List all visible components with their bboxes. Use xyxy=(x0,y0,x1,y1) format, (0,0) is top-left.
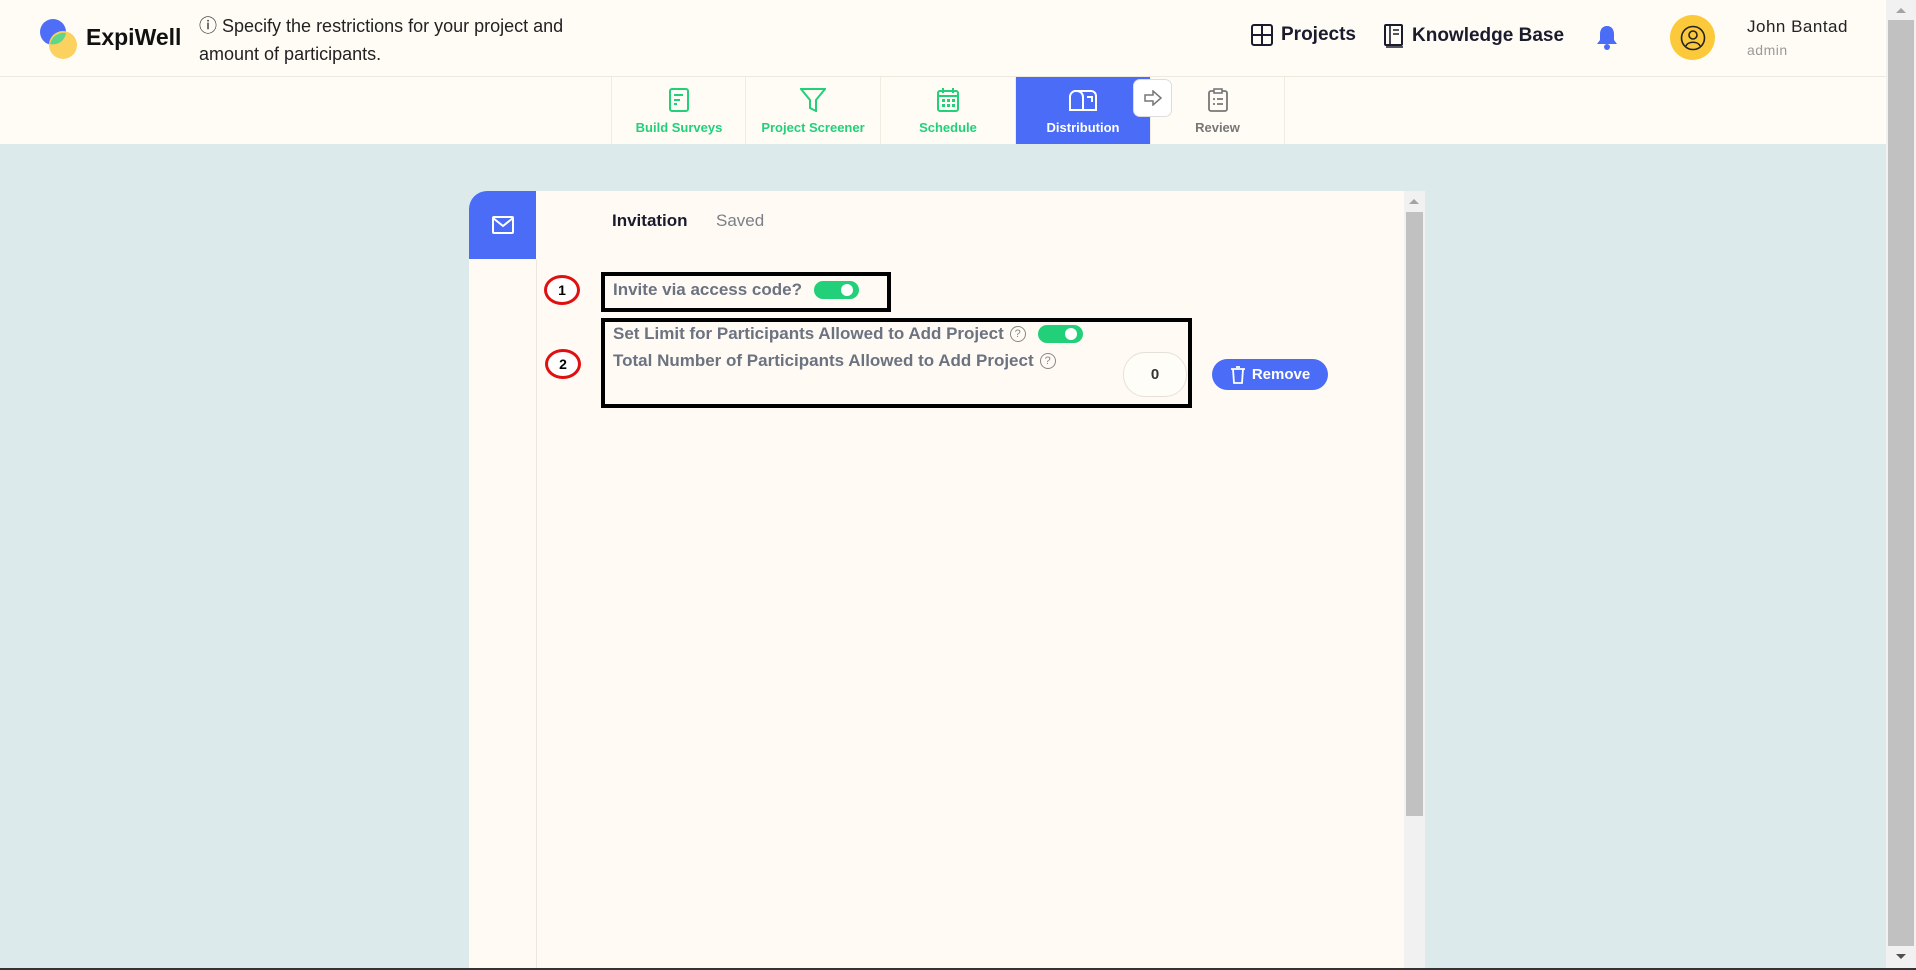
grid-icon xyxy=(1251,24,1273,46)
filter-icon xyxy=(800,88,826,112)
step-label: Build Surveys xyxy=(635,120,723,135)
knowledge-base-label: Knowledge Base xyxy=(1412,25,1565,46)
trash-icon xyxy=(1230,365,1245,384)
step-label: Schedule xyxy=(919,120,977,135)
calendar-icon xyxy=(937,88,959,112)
projects-link[interactable]: Projects xyxy=(1251,24,1356,46)
page-scrollbar-thumb[interactable] xyxy=(1888,20,1914,946)
tab-saved[interactable]: Saved xyxy=(716,211,764,231)
panel-scrollbar-thumb[interactable] xyxy=(1406,212,1423,816)
divider xyxy=(536,259,537,970)
set-limit-toggle[interactable] xyxy=(1037,325,1083,343)
tab-invitation[interactable]: Invitation xyxy=(612,211,688,231)
user-icon xyxy=(1680,25,1705,50)
arrow-right-icon xyxy=(1143,90,1162,106)
total-participants-label: Total Number of Participants Allowed to … xyxy=(613,351,1034,370)
annotation-marker-1: 1 xyxy=(544,275,580,305)
annotation-marker-2: 2 xyxy=(545,349,581,379)
knowledge-base-link[interactable]: Knowledge Base xyxy=(1384,24,1564,48)
remove-label: Remove xyxy=(1251,366,1311,383)
panel-scrollbar[interactable] xyxy=(1404,191,1425,970)
invite-label: Invite via access code? xyxy=(613,280,802,299)
user-name: John Bantad xyxy=(1747,17,1848,36)
user-role: admin xyxy=(1747,42,1788,58)
help-icon[interactable]: ? xyxy=(1039,353,1056,369)
document-icon xyxy=(669,88,689,112)
projects-label: Projects xyxy=(1281,24,1356,45)
expiwell-logo[interactable] xyxy=(39,18,81,60)
page-scrollbar[interactable] xyxy=(1886,0,1916,968)
scroll-up-icon[interactable] xyxy=(1896,8,1906,13)
mailbox-icon xyxy=(1069,90,1097,111)
step-label: Review xyxy=(1195,120,1240,135)
book-icon xyxy=(1384,24,1403,48)
sidebar-item-invitation[interactable] xyxy=(469,191,536,259)
remove-button[interactable]: Remove xyxy=(1212,359,1328,390)
set-limit-label: Set Limit for Participants Allowed to Ad… xyxy=(613,324,1004,343)
step-build-surveys[interactable]: Build Surveys xyxy=(611,77,746,144)
info-icon: ⓘ xyxy=(199,16,223,36)
clipboard-icon xyxy=(1207,88,1228,112)
info-text: ⓘ Specify the restrictions for your proj… xyxy=(199,12,619,68)
step-project-screener[interactable]: Project Screener xyxy=(745,77,880,144)
brand-name: ExpiWell xyxy=(86,24,182,50)
total-participants-row: Total Number of Participants Allowed to … xyxy=(613,351,1056,371)
next-step-button[interactable] xyxy=(1133,79,1172,117)
set-limit-row: Set Limit for Participants Allowed to Ad… xyxy=(613,324,1083,344)
mail-icon xyxy=(491,216,514,234)
step-schedule[interactable]: Schedule xyxy=(880,77,1015,144)
help-icon[interactable]: ? xyxy=(1009,326,1026,342)
scroll-down-icon[interactable] xyxy=(1896,954,1906,959)
bell-icon[interactable] xyxy=(1595,24,1619,50)
avatar[interactable] xyxy=(1670,15,1715,60)
step-label: Project Screener xyxy=(761,120,865,135)
step-nav: Build Surveys Project Screener Schedule … xyxy=(0,77,1886,144)
invite-access-code-toggle[interactable] xyxy=(814,281,859,299)
invite-access-code-row: Invite via access code? xyxy=(613,280,859,300)
total-participants-input[interactable]: 0 xyxy=(1123,352,1187,397)
top-header: ExpiWell ⓘ Specify the restrictions for … xyxy=(0,0,1886,77)
step-distribution[interactable]: Distribution xyxy=(1015,77,1150,144)
info-message: Specify the restrictions for your projec… xyxy=(199,16,564,64)
scroll-up-icon[interactable] xyxy=(1409,199,1419,204)
step-label: Distribution xyxy=(1046,120,1120,135)
